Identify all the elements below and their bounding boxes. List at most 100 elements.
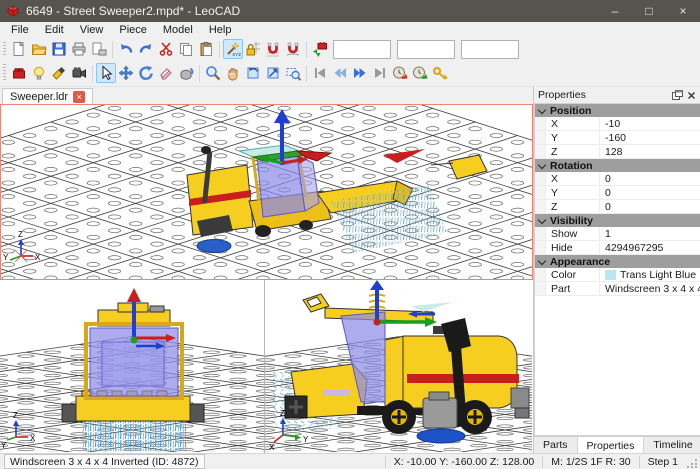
- select-button[interactable]: [96, 63, 116, 83]
- move-snap-xyz-button[interactable]: XYZ: [223, 39, 243, 59]
- maximize-button[interactable]: □: [632, 0, 666, 22]
- open-file-button[interactable]: [29, 39, 49, 59]
- time-backward-button[interactable]: [390, 63, 410, 83]
- toolbar-separator: [92, 65, 93, 82]
- copy-button[interactable]: [176, 39, 196, 59]
- property-value[interactable]: 4294967295: [600, 241, 700, 254]
- move-tool-button[interactable]: [116, 63, 136, 83]
- property-value[interactable]: -160: [600, 131, 700, 144]
- print-button[interactable]: [69, 39, 89, 59]
- front-viewport[interactable]: Z X Y: [0, 280, 265, 453]
- transform-x-input[interactable]: [333, 40, 391, 59]
- spotlight-button[interactable]: [49, 63, 69, 83]
- rotate-view-button[interactable]: [243, 63, 263, 83]
- tab-close-icon[interactable]: ×: [73, 91, 85, 103]
- property-value[interactable]: Windscreen 3 x 4 x 4 Inve...: [600, 282, 700, 295]
- toolbar-grip[interactable]: [3, 42, 6, 56]
- paint-tool-button[interactable]: [176, 63, 196, 83]
- print-preview-icon: [91, 41, 107, 57]
- camera-button[interactable]: [69, 63, 89, 83]
- rotate-tool-icon: [138, 65, 154, 81]
- rotate-tool-button[interactable]: [136, 63, 156, 83]
- section-rotation[interactable]: Rotation: [535, 159, 700, 172]
- paste-button[interactable]: [196, 39, 216, 59]
- time-forward-button[interactable]: [410, 63, 430, 83]
- property-value-text: -160: [605, 132, 626, 144]
- zoom-region-button[interactable]: [283, 63, 303, 83]
- side-viewport[interactable]: Z X Y: [265, 280, 533, 453]
- minimize-button[interactable]: –: [598, 0, 632, 22]
- property-value[interactable]: 1: [600, 227, 700, 240]
- property-value[interactable]: 0: [600, 172, 700, 185]
- resize-grip[interactable]: [686, 456, 698, 468]
- document-tab-label: Sweeper.ldr: [10, 91, 68, 103]
- roll-button[interactable]: [263, 63, 283, 83]
- snap-move-icon: [265, 41, 281, 57]
- property-value[interactable]: 0: [600, 186, 700, 199]
- menu-file[interactable]: File: [3, 23, 37, 37]
- tab-properties[interactable]: Properties: [578, 437, 645, 453]
- transform-z-input[interactable]: [461, 40, 519, 59]
- cut-button[interactable]: [156, 39, 176, 59]
- property-value-text: 0: [605, 201, 611, 213]
- toolbar-grip[interactable]: [3, 64, 6, 82]
- undo-button[interactable]: [116, 39, 136, 59]
- section-appearance[interactable]: Appearance: [535, 255, 700, 268]
- zoom-region-icon: [285, 65, 301, 81]
- first-step-icon: [312, 65, 328, 81]
- row-indent: [535, 131, 546, 144]
- previous-step-button[interactable]: [330, 63, 350, 83]
- document-tab[interactable]: Sweeper.ldr ×: [2, 88, 93, 104]
- property-row-x: X-10: [535, 117, 700, 131]
- close-panel-icon[interactable]: [687, 91, 696, 100]
- print-preview-button[interactable]: [89, 39, 109, 59]
- delete-tool-button[interactable]: [156, 63, 176, 83]
- zoom-tool-button[interactable]: [203, 63, 223, 83]
- property-label: Y: [546, 186, 600, 199]
- last-step-button[interactable]: [370, 63, 390, 83]
- next-step-button[interactable]: [350, 63, 370, 83]
- property-value[interactable]: 128: [600, 145, 700, 158]
- tab-timeline[interactable]: Timeline: [644, 437, 700, 453]
- undo-icon: [118, 41, 134, 57]
- property-row-z: Z128: [535, 145, 700, 159]
- axis-x-label: X: [30, 434, 36, 443]
- snap-move-button[interactable]: [263, 39, 283, 59]
- light-button[interactable]: [29, 63, 49, 83]
- property-value[interactable]: Trans Light Blue: [600, 268, 700, 281]
- first-step-button[interactable]: [310, 63, 330, 83]
- property-value[interactable]: 0: [600, 200, 700, 213]
- time-backward-icon: [392, 65, 408, 81]
- section-position[interactable]: Position: [535, 104, 700, 117]
- redo-button[interactable]: [136, 39, 156, 59]
- pan-tool-button[interactable]: [223, 63, 243, 83]
- menu-model[interactable]: Model: [155, 23, 201, 37]
- property-value[interactable]: -10: [600, 117, 700, 130]
- menu-piece[interactable]: Piece: [111, 23, 155, 37]
- snap-rotate-button[interactable]: [283, 39, 303, 59]
- status-part-info: Windscreen 3 x 4 x 4 Inverted (ID: 4872): [4, 454, 205, 469]
- section-visibility[interactable]: Visibility: [535, 214, 700, 227]
- menu-help[interactable]: Help: [201, 23, 240, 37]
- axis-x-label: X: [35, 253, 41, 262]
- menu-view[interactable]: View: [72, 23, 112, 37]
- lock-key-button[interactable]: [430, 63, 450, 83]
- row-indent: [535, 200, 546, 213]
- window-title: 6649 - Street Sweeper2.mpd* - LeoCAD: [26, 4, 240, 18]
- viewport-area: Z Y X: [0, 104, 533, 453]
- menu-edit[interactable]: Edit: [37, 23, 72, 37]
- insert-piece-button[interactable]: [9, 63, 29, 83]
- save-file-icon: [51, 41, 67, 57]
- relative-transform-button[interactable]: [310, 39, 330, 59]
- property-label: X: [546, 117, 600, 130]
- transform-y-input[interactable]: [397, 40, 455, 59]
- close-button[interactable]: ×: [666, 0, 700, 22]
- zoom-tool-icon: [205, 65, 221, 81]
- lock-axes-button[interactable]: [243, 39, 263, 59]
- main-viewport[interactable]: Z Y X: [0, 104, 533, 280]
- save-file-button[interactable]: [49, 39, 69, 59]
- lock-key-icon: [432, 65, 448, 81]
- tab-parts[interactable]: Parts: [534, 437, 578, 453]
- new-file-button[interactable]: [9, 39, 29, 59]
- float-panel-icon[interactable]: [672, 90, 683, 100]
